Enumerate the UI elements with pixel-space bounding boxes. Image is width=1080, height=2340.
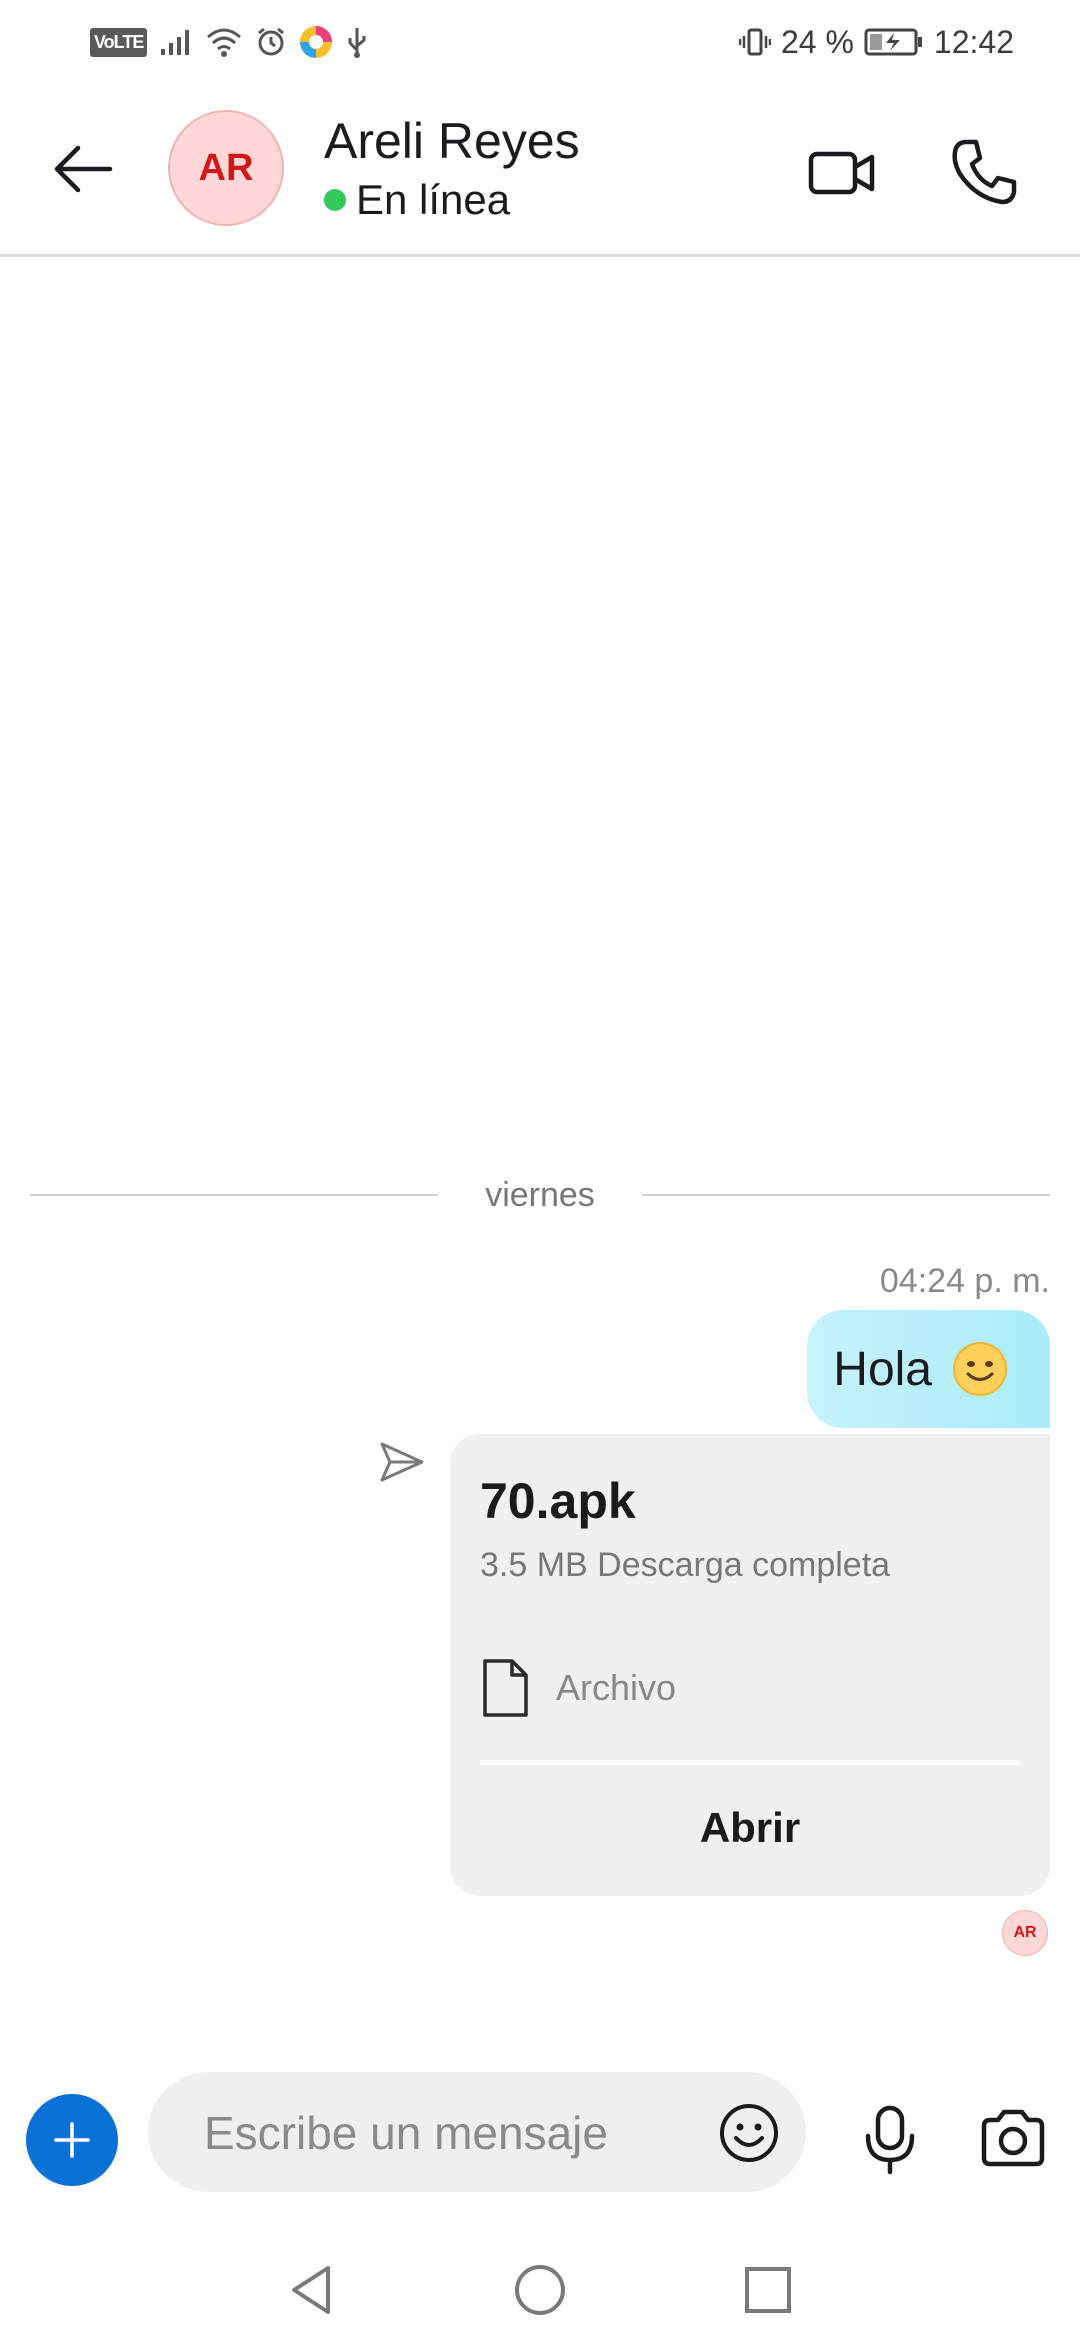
presence-status: En línea — [324, 176, 510, 224]
sent-text-message[interactable]: Hola — [807, 1310, 1050, 1428]
status-bar-left: VoLTE — [90, 20, 369, 64]
vibrate-icon — [738, 28, 771, 56]
status-bar-right: 24 % 12:42 — [738, 20, 1014, 64]
message-text: Hola — [833, 1342, 932, 1396]
plus-icon — [54, 2122, 90, 2158]
file-attachment-card[interactable]: 70.apk 3.5 MB Descarga completa Archivo … — [450, 1434, 1050, 1896]
battery-percent: 24 % — [780, 23, 854, 60]
file-card-separator — [480, 1760, 1020, 1765]
presence-label: En línea — [356, 176, 511, 223]
status-bar: VoLTE 24 % 12:42 — [0, 0, 1080, 84]
signal-icon — [161, 30, 190, 55]
read-receipt-avatar: AR — [1002, 1910, 1048, 1956]
file-name: 70.apk — [480, 1473, 636, 1529]
emoji-picker-icon[interactable] — [718, 2102, 780, 2164]
microphone-icon[interactable] — [862, 2104, 918, 2176]
open-file-button[interactable]: Abrir — [450, 1778, 1050, 1878]
smiley-emoji-icon — [953, 1342, 1007, 1396]
file-meta: 3.5 MB Descarga completa — [480, 1546, 891, 1584]
nav-home-icon[interactable] — [508, 2258, 572, 2322]
phone-call-icon[interactable] — [948, 136, 1020, 208]
divider-line-right — [642, 1194, 1050, 1196]
sent-status-icon — [380, 1442, 424, 1482]
message-input[interactable] — [202, 2092, 686, 2174]
clock: 12:42 — [933, 23, 1014, 60]
app-icon — [300, 26, 333, 58]
file-type-row: Archivo — [480, 1658, 676, 1718]
video-call-icon[interactable] — [806, 136, 878, 208]
nav-back-icon[interactable] — [280, 2258, 344, 2322]
day-divider: viernes — [30, 1170, 1050, 1220]
add-attachment-button[interactable] — [26, 2094, 118, 2186]
message-composer — [148, 2072, 806, 2192]
document-icon — [483, 1659, 528, 1717]
nav-recents-icon[interactable] — [736, 2258, 800, 2322]
alarm-icon — [258, 27, 285, 56]
message-timestamp: 04:24 p. m. — [879, 1262, 1050, 1300]
system-nav-bar — [0, 2240, 1080, 2340]
contact-avatar[interactable]: AR — [168, 110, 284, 226]
battery-icon — [864, 28, 922, 56]
volte-badge: VoLTE — [90, 27, 148, 57]
contact-name[interactable]: Areli Reyes — [324, 112, 580, 170]
camera-icon[interactable] — [980, 2108, 1046, 2168]
online-dot-icon — [324, 189, 346, 211]
back-arrow-icon[interactable] — [48, 134, 118, 204]
chat-header: AR Areli Reyes En línea — [0, 84, 1080, 257]
file-type-label: Archivo — [556, 1667, 677, 1708]
usb-icon — [348, 28, 366, 58]
wifi-icon — [207, 28, 242, 57]
